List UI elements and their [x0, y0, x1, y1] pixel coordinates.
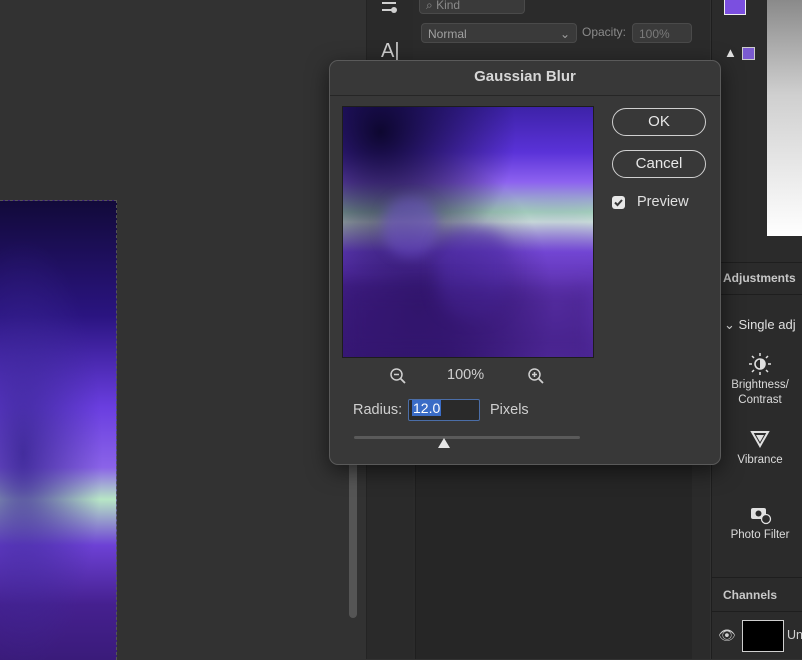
zoom-out-icon[interactable]	[389, 367, 407, 385]
ok-button[interactable]: OK	[612, 108, 706, 136]
channel-thumbnail[interactable]	[742, 620, 784, 652]
panel-divider	[712, 611, 802, 612]
brightness-contrast-button[interactable]: Brightness/ Contrast	[712, 350, 802, 412]
canvas-scrollbar[interactable]	[349, 440, 357, 618]
preview-shape	[343, 287, 593, 357]
vibrance-icon	[750, 431, 770, 448]
checkmark-icon	[614, 199, 623, 207]
dialog-title[interactable]: Gaussian Blur	[330, 61, 720, 96]
filter-kind-label: Kind	[436, 0, 461, 12]
opacity-label: Opacity:	[582, 25, 627, 39]
preview-label[interactable]: Preview	[637, 194, 689, 210]
adjust-tool-icon[interactable]	[379, 0, 401, 18]
chevron-down-icon: ⌄	[559, 27, 570, 41]
zoom-in-icon[interactable]	[527, 367, 545, 385]
blend-mode-select[interactable]: Normal ⌄	[421, 23, 577, 43]
radius-slider-thumb[interactable]	[438, 438, 451, 448]
chevron-down-icon: ⌄	[724, 317, 739, 332]
channel-name[interactable]: Un	[787, 628, 802, 642]
vibrance-button[interactable]: Vibrance	[712, 428, 802, 470]
single-adjustments-toggle[interactable]: ⌄ Single adj	[724, 317, 796, 333]
blend-mode-value: Normal	[428, 27, 467, 41]
photo-filter-label: Photo Filter	[730, 529, 790, 541]
warning-icon[interactable]: ▲	[724, 45, 737, 60]
blur-preview[interactable]	[342, 106, 594, 358]
filter-kind-select[interactable]: ⌕ Kind	[419, 0, 525, 14]
preview-checkbox[interactable]	[612, 196, 625, 209]
foreground-color-swatch[interactable]	[724, 0, 746, 15]
search-icon: ⌕	[426, 0, 437, 12]
brightness-contrast-icon	[749, 353, 771, 375]
single-adjustments-label: Single adj	[738, 317, 796, 332]
brightness-label: Brightness/	[731, 379, 789, 391]
opacity-input[interactable]: 100%	[632, 23, 692, 43]
units-label: Pixels	[490, 402, 529, 418]
radius-input[interactable]: 12.0	[408, 399, 480, 421]
color-picker-field[interactable]	[767, 0, 802, 236]
zoom-percentage: 100%	[447, 367, 485, 383]
vibrance-label: Vibrance	[737, 454, 783, 466]
channels-header[interactable]: Channels	[723, 588, 777, 602]
layer-filter-icons[interactable]	[541, 0, 691, 8]
radius-value: 12.0	[412, 400, 442, 416]
panel-divider	[712, 577, 802, 578]
radius-label: Radius:	[353, 402, 403, 418]
panel-divider	[712, 262, 802, 263]
radius-slider-track[interactable]	[354, 436, 580, 439]
photo-filter-icon	[751, 508, 772, 525]
gaussian-blur-dialog: Gaussian Blur OK Cancel Preview 100% Rad…	[329, 60, 721, 465]
adjustments-header[interactable]: Adjustments	[723, 271, 796, 285]
document-canvas[interactable]	[0, 200, 117, 660]
cancel-button[interactable]: Cancel	[612, 150, 706, 178]
preview-shape	[383, 197, 438, 257]
gamut-swatch[interactable]	[742, 47, 755, 60]
panel-divider	[712, 294, 802, 295]
contrast-label: Contrast	[738, 394, 782, 406]
photo-filter-button[interactable]: Photo Filter	[712, 503, 802, 545]
visibility-eye-icon[interactable]: 👁	[718, 627, 736, 644]
opacity-value: 100%	[639, 27, 670, 41]
